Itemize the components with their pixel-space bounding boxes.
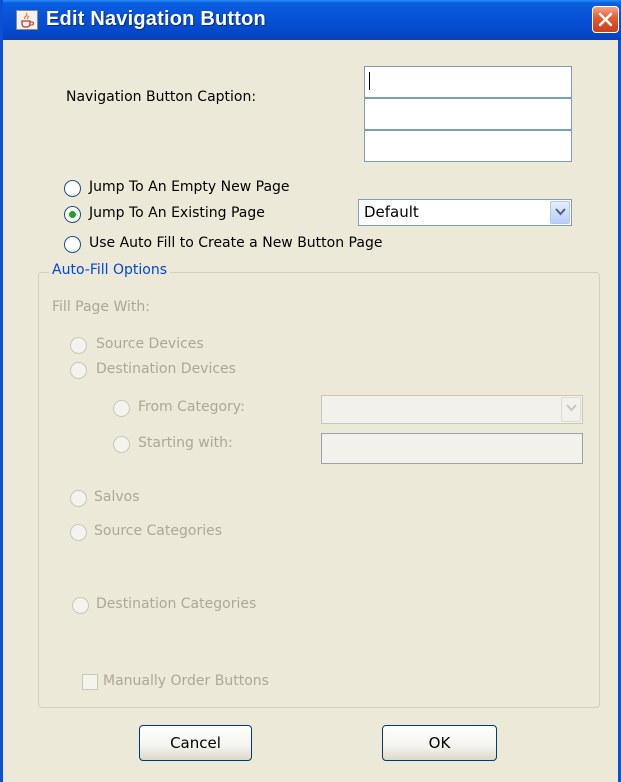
close-button[interactable] <box>592 6 619 33</box>
source-devices-radio[interactable] <box>70 337 87 354</box>
destination-devices-radio[interactable] <box>70 362 87 379</box>
destination-devices-label[interactable]: Destination Devices <box>96 361 236 377</box>
from-category-label[interactable]: From Category: <box>138 399 245 415</box>
source-devices-label[interactable]: Source Devices <box>96 336 204 352</box>
salvos-radio[interactable] <box>70 490 87 507</box>
existing-page-select-value: Default <box>364 203 419 221</box>
fill-page-with-label: Fill Page With: <box>52 299 150 315</box>
source-categories-radio[interactable] <box>70 524 87 541</box>
from-category-select[interactable] <box>321 395 583 424</box>
empty-page-radio[interactable] <box>64 180 81 197</box>
starting-with-input[interactable] <box>321 433 583 464</box>
source-categories-label[interactable]: Source Categories <box>94 523 222 539</box>
dialog-window: Edit Navigation Button Navigation Button… <box>0 0 621 782</box>
auto-fill-group-title: Auto-Fill Options <box>49 262 170 278</box>
manually-order-label[interactable]: Manually Order Buttons <box>103 673 269 689</box>
ok-button[interactable]: OK <box>382 725 497 761</box>
empty-page-label[interactable]: Jump To An Empty New Page <box>89 179 290 195</box>
from-category-radio[interactable] <box>113 400 130 417</box>
caption-line-2-input[interactable] <box>364 98 572 130</box>
existing-page-radio[interactable] <box>64 206 81 223</box>
starting-with-radio[interactable] <box>113 436 130 453</box>
auto-fill-radio[interactable] <box>64 236 81 253</box>
auto-fill-label[interactable]: Use Auto Fill to Create a New Button Pag… <box>89 235 382 251</box>
caption-line-3-input[interactable] <box>364 130 572 162</box>
close-icon <box>598 12 613 27</box>
java-cup-icon <box>16 10 38 30</box>
destination-categories-radio[interactable] <box>72 597 89 614</box>
existing-page-select[interactable]: Default <box>358 199 572 226</box>
caption-line-1-input[interactable] <box>364 66 572 98</box>
title-bar[interactable]: Edit Navigation Button <box>3 0 621 40</box>
dropdown-arrow-button[interactable] <box>561 397 581 422</box>
salvos-label[interactable]: Salvos <box>94 489 140 505</box>
chevron-down-icon <box>555 208 566 216</box>
text-caret <box>369 72 370 90</box>
destination-categories-label[interactable]: Destination Categories <box>96 596 256 612</box>
manually-order-checkbox[interactable] <box>82 674 98 690</box>
starting-with-label[interactable]: Starting with: <box>138 435 233 451</box>
dropdown-arrow-button[interactable] <box>550 201 570 224</box>
window-title: Edit Navigation Button <box>46 8 266 30</box>
caption-label: Navigation Button Caption: <box>66 89 257 105</box>
existing-page-label[interactable]: Jump To An Existing Page <box>89 205 265 221</box>
cancel-button[interactable]: Cancel <box>139 725 252 761</box>
radio-selected-dot <box>69 211 76 218</box>
chevron-down-icon <box>566 404 577 412</box>
